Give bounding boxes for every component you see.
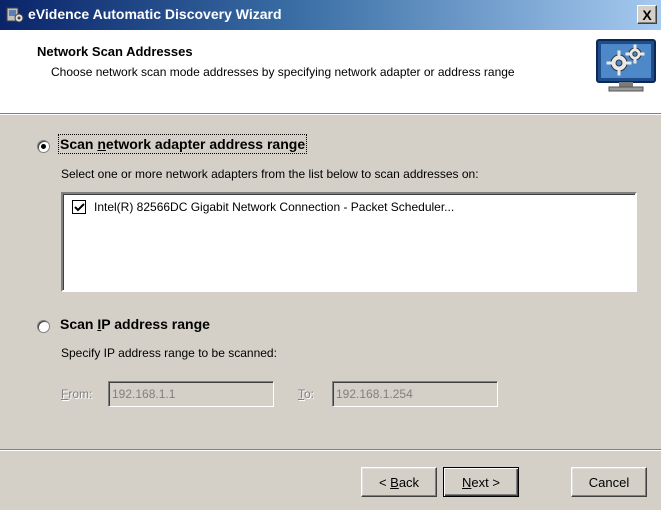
wizard-header: Network Scan Addresses Choose network sc… bbox=[0, 30, 661, 113]
close-button[interactable]: X bbox=[637, 5, 657, 24]
adapter-checkbox[interactable] bbox=[72, 200, 86, 214]
adapter-range-radio[interactable] bbox=[37, 140, 50, 153]
window-title: eVidence Automatic Discovery Wizard bbox=[28, 6, 282, 22]
header-separator bbox=[0, 113, 661, 115]
from-label: From: bbox=[61, 387, 93, 401]
back-button[interactable]: < Back bbox=[361, 467, 437, 497]
adapter-name: Intel(R) 82566DC Gigabit Network Connect… bbox=[94, 200, 455, 214]
wizard-window: eVidence Automatic Discovery Wizard X Ne… bbox=[0, 0, 661, 510]
wizard-app-icon bbox=[6, 7, 24, 23]
ip-range-radio[interactable] bbox=[37, 320, 50, 333]
title-bar[interactable]: eVidence Automatic Discovery Wizard X bbox=[0, 0, 661, 30]
page-title: Network Scan Addresses bbox=[37, 44, 193, 59]
close-icon: X bbox=[642, 6, 652, 23]
from-ip-field[interactable]: 192.168.1.1 bbox=[108, 381, 274, 407]
adapter-listbox[interactable]: Intel(R) 82566DC Gigabit Network Connect… bbox=[61, 192, 637, 292]
gears-monitor-icon bbox=[596, 39, 656, 92]
page-subtitle: Choose network scan mode addresses by sp… bbox=[51, 65, 515, 79]
checkmark-icon bbox=[74, 203, 85, 212]
to-ip-field[interactable]: 192.168.1.254 bbox=[332, 381, 498, 407]
ip-description: Specify IP address range to be scanned: bbox=[61, 346, 277, 360]
ip-range-label[interactable]: Scan IP address range bbox=[60, 316, 210, 332]
adapter-description: Select one or more network adapters from… bbox=[61, 167, 479, 181]
to-label: To: bbox=[298, 387, 315, 401]
next-button[interactable]: Next > bbox=[443, 467, 519, 497]
footer-separator bbox=[0, 449, 661, 451]
cancel-button[interactable]: Cancel bbox=[571, 467, 647, 497]
list-item[interactable]: Intel(R) 82566DC Gigabit Network Connect… bbox=[72, 200, 454, 214]
adapter-range-label[interactable]: Scan network adapter address range bbox=[57, 134, 308, 154]
